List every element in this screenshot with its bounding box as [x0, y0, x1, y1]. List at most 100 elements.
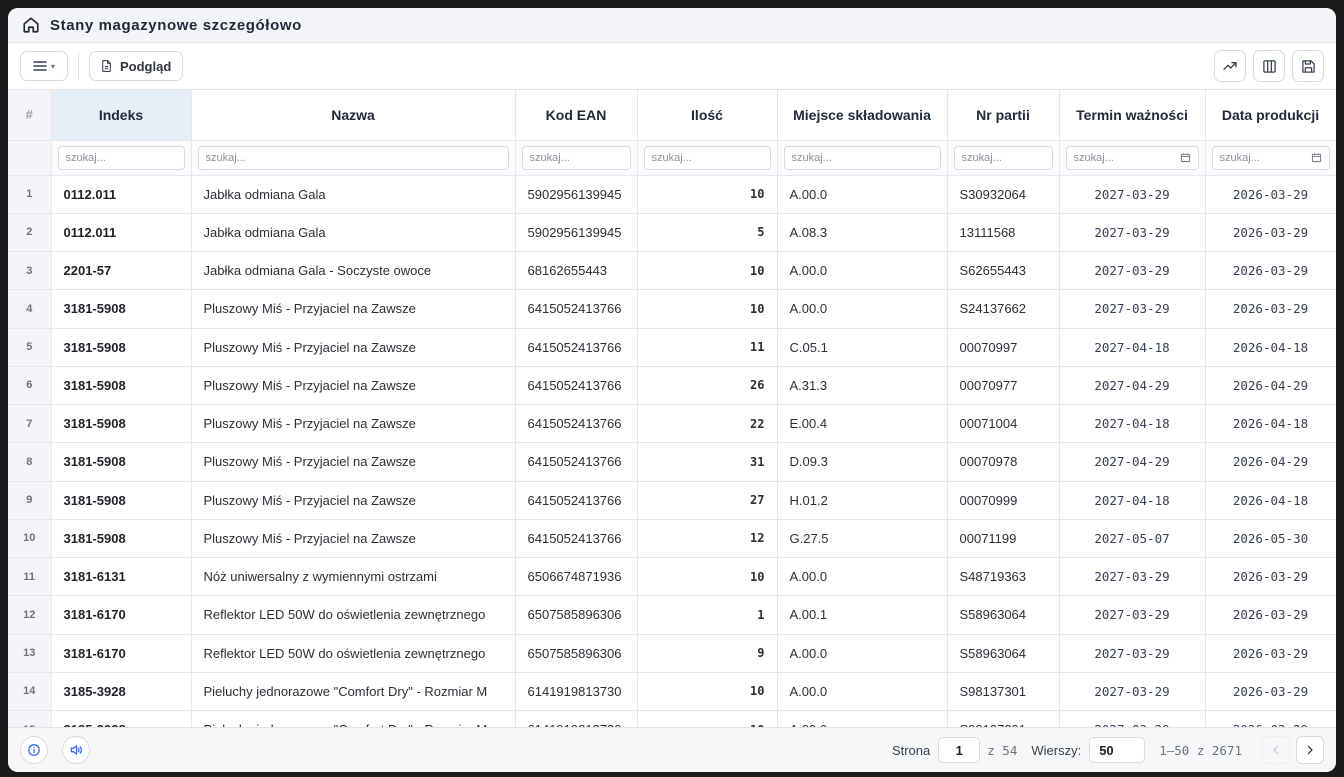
cell-produkcja: 2026-05-30: [1205, 519, 1336, 559]
header-indeks[interactable]: Indeks: [51, 90, 192, 141]
filter-produkcja-input[interactable]: [1219, 151, 1307, 164]
header-rownum[interactable]: #: [8, 90, 52, 141]
table-row[interactable]: 6 3181-5908 Pluszowy Miś - Przyjaciel na Z…: [8, 366, 1336, 406]
row-number: 12: [8, 595, 52, 635]
info-button[interactable]: [20, 736, 48, 764]
filter-termin-input[interactable]: [1073, 151, 1176, 164]
save-button[interactable]: [1292, 50, 1324, 82]
cell-ilosc: 10: [637, 557, 778, 597]
calendar-icon[interactable]: [1311, 152, 1322, 163]
menu-button[interactable]: ▾: [20, 51, 68, 81]
header-miejsce[interactable]: Miejsce składowania: [777, 90, 948, 141]
cell-miejsce: D.09.3: [777, 442, 948, 482]
next-page-button[interactable]: [1296, 736, 1324, 764]
cell-indeks: 3181-5908: [51, 519, 192, 559]
page-input[interactable]: [938, 737, 981, 763]
table-row[interactable]: 8 3181-5908 Pluszowy Miś - Przyjaciel na Z…: [8, 442, 1336, 482]
cell-indeks: 3181-5908: [51, 289, 192, 329]
cell-partia: S48719363: [947, 557, 1060, 597]
cell-nazwa: Pluszowy Miś - Przyjaciel na Zawsze: [191, 519, 516, 559]
cell-ean: 6506674871936: [515, 557, 638, 597]
cell-termin: 2027-03-29: [1059, 557, 1206, 597]
cell-indeks: 3181-5908: [51, 366, 192, 406]
table-row[interactable]: 10 3181-5908 Pluszowy Miś - Przyjaciel na …: [8, 519, 1336, 559]
filter-ilosc-input[interactable]: [651, 151, 763, 164]
cell-partia: 00070997: [947, 328, 1060, 367]
cell-indeks: 3181-6170: [51, 634, 192, 673]
cell-ilosc: 27: [637, 481, 778, 520]
header-ilosc[interactable]: Ilość: [637, 90, 778, 141]
filter-row: [8, 140, 1336, 176]
filter-partia-input[interactable]: [961, 151, 1045, 164]
cell-produkcja: 2026-04-18: [1205, 328, 1336, 367]
row-number: 9: [8, 481, 52, 520]
cell-miejsce: C.05.1: [777, 328, 948, 367]
speaker-icon: [69, 743, 83, 757]
rows-label: Wierszy:: [1031, 742, 1082, 758]
header-nazwa[interactable]: Nazwa: [191, 90, 516, 141]
hamburger-icon: [33, 60, 47, 72]
cell-ilosc: 10: [637, 672, 778, 712]
cell-produkcja: 2026-03-29: [1205, 251, 1336, 291]
cell-produkcja: 2026-04-18: [1205, 404, 1336, 444]
cell-partia: S98137301: [947, 672, 1060, 712]
filter-indeks-input[interactable]: [65, 151, 177, 164]
cell-produkcja: 2026-03-29: [1205, 672, 1336, 712]
header-termin[interactable]: Termin ważności: [1059, 90, 1206, 141]
cell-ean: 68162655443: [515, 251, 638, 291]
cell-ean: 6507585896306: [515, 595, 638, 635]
table-row[interactable]: 2 0112.011 Jabłka odmiana Gala 590295613994…: [8, 213, 1336, 253]
calendar-icon[interactable]: [1180, 152, 1191, 163]
table-row[interactable]: 11 3181-6131 Nóż uniwersalny z wymiennymi …: [8, 557, 1336, 597]
cell-partia: S30932064: [947, 175, 1060, 214]
table-row[interactable]: 4 3181-5908 Pluszowy Miś - Przyjaciel na Z…: [8, 289, 1336, 329]
table-row[interactable]: 5 3181-5908 Pluszowy Miś - Przyjaciel na Z…: [8, 328, 1336, 367]
filter-miejsce-input[interactable]: [791, 151, 933, 164]
app-window: Stany magazynowe szczegółowo ▾ Podgląd #…: [8, 8, 1336, 772]
cell-indeks: 3181-5908: [51, 404, 192, 444]
chart-button[interactable]: [1214, 50, 1246, 82]
cell-partia: 13111568: [947, 213, 1060, 253]
filter-rownum-cell: [8, 140, 52, 176]
cell-miejsce: A.00.0: [777, 175, 948, 214]
prev-page-button[interactable]: [1262, 736, 1290, 764]
header-ean[interactable]: Kod EAN: [515, 90, 638, 141]
cell-termin: 2027-04-18: [1059, 404, 1206, 444]
home-icon[interactable]: [22, 16, 40, 34]
table-row[interactable]: 9 3181-5908 Pluszowy Miś - Przyjaciel na Z…: [8, 481, 1336, 520]
cell-nazwa: Jabłka odmiana Gala: [191, 175, 516, 214]
info-icon: [27, 743, 41, 757]
row-number: 14: [8, 672, 52, 712]
cell-nazwa: Pluszowy Miś - Przyjaciel na Zawsze: [191, 442, 516, 482]
cell-ilosc: 10: [637, 289, 778, 329]
preview-button[interactable]: Podgląd: [89, 51, 184, 81]
cell-nazwa: Pluszowy Miś - Przyjaciel na Zawsze: [191, 289, 516, 329]
cell-ean: 6415052413766: [515, 481, 638, 520]
toolbar-divider: [78, 52, 79, 80]
table-row[interactable]: 7 3181-5908 Pluszowy Miś - Przyjaciel na Z…: [8, 404, 1336, 444]
cell-termin: 2027-03-29: [1059, 251, 1206, 291]
filter-ean-input[interactable]: [529, 151, 623, 164]
chevron-right-icon: [1304, 744, 1316, 756]
table-row[interactable]: 13 3181-6170 Reflektor LED 50W do oświetle…: [8, 634, 1336, 673]
title-bar: Stany magazynowe szczegółowo: [8, 8, 1336, 43]
sound-button[interactable]: [62, 736, 90, 764]
cell-produkcja: 2026-03-29: [1205, 289, 1336, 329]
cell-termin: 2027-05-07: [1059, 519, 1206, 559]
table-row[interactable]: 153185-3928Pieluchy jednorazowe "Comfort…: [8, 710, 1336, 727]
columns-button[interactable]: [1253, 50, 1285, 82]
row-number: 5: [8, 328, 52, 367]
filter-nazwa-input[interactable]: [205, 151, 501, 164]
table-row[interactable]: 3 2201-57 Jabłka odmiana Gala - Soczyste o…: [8, 251, 1336, 291]
rows-per-page-input[interactable]: [1089, 737, 1146, 763]
cell-ean: 6141919813730: [515, 672, 638, 712]
table-row[interactable]: 1 0112.011 Jabłka odmiana Gala 590295613994…: [8, 175, 1336, 214]
cell-ean: 6415052413766: [515, 366, 638, 406]
cell-miejsce: A.00.0: [777, 251, 948, 291]
table-row[interactable]: 14 3185-3928 Pieluchy jednorazowe "Comfort…: [8, 672, 1336, 712]
cell-produkcja: 2026-03-29: [1205, 175, 1336, 214]
row-number: 6: [8, 366, 52, 406]
header-produkcja[interactable]: Data produkcji: [1205, 90, 1336, 141]
table-row[interactable]: 12 3181-6170 Reflektor LED 50W do oświetle…: [8, 595, 1336, 635]
header-partia[interactable]: Nr partii: [947, 90, 1060, 141]
